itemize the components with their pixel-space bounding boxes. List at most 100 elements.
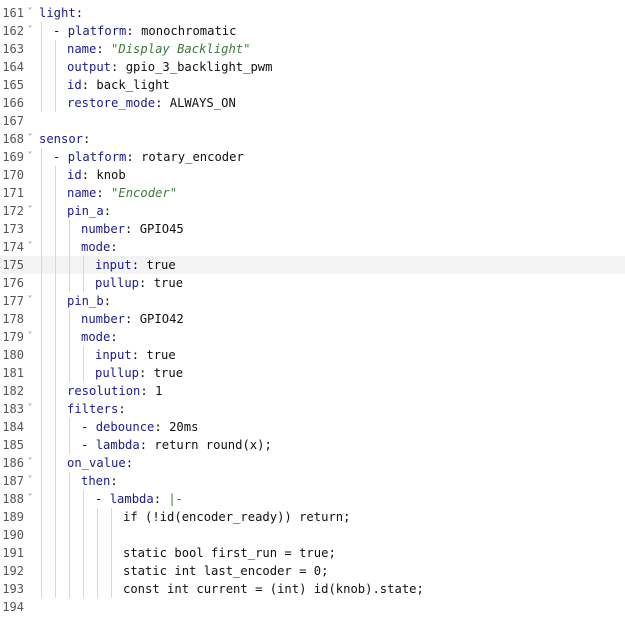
chevron-down-icon[interactable]: ˅ <box>24 292 36 310</box>
code-text: pin_a: <box>67 202 111 220</box>
code-line[interactable]: 181 pullup: true <box>0 364 625 382</box>
yaml-colon: : <box>153 492 169 506</box>
chevron-down-icon[interactable]: ˅ <box>24 4 36 22</box>
indent-guide <box>55 166 56 598</box>
line-number: 174 <box>2 240 24 254</box>
code-line[interactable]: 187 ˅ then: <box>0 472 625 490</box>
code-text: number: GPIO42 <box>81 310 184 328</box>
chevron-down-icon[interactable]: ˅ <box>24 454 36 472</box>
code-text: output: gpio_3_backlight_pwm <box>67 58 272 76</box>
yaml-colon: : <box>103 204 112 218</box>
indent-guide <box>69 418 70 454</box>
code-line[interactable]: 161 ˅ light: <box>0 4 625 22</box>
yaml-key: id <box>67 78 82 92</box>
indent-guide <box>83 346 84 382</box>
code-line[interactable]: 172 ˅ pin_a: <box>0 202 625 220</box>
code-text: id: knob <box>67 166 126 184</box>
code-text: input: true <box>95 346 176 364</box>
code-line[interactable]: 166 restore_mode: ALWAYS_ON <box>0 94 625 112</box>
code-line[interactable]: 164 output: gpio_3_backlight_pwm <box>0 58 625 76</box>
code-line[interactable]: 178 number: GPIO42 <box>0 310 625 328</box>
indent-guide <box>69 220 70 292</box>
yaml-colon: : <box>155 96 170 110</box>
code-text: name: "Encoder" <box>67 184 177 202</box>
yaml-value: monochromatic <box>141 24 237 38</box>
yaml-colon: : <box>81 168 97 182</box>
yaml-value: gpio_3_backlight_pwm <box>125 60 273 74</box>
chevron-down-icon[interactable]: ˅ <box>24 22 36 40</box>
chevron-down-icon[interactable]: ˅ <box>24 472 36 490</box>
code-line[interactable]: 191 static bool first_run = true; <box>0 544 625 562</box>
code-editor[interactable]: 161 ˅ light: 162 ˅ - platform: monochromatic 1… <box>0 0 625 618</box>
code-text: filters: <box>67 400 126 418</box>
chevron-down-icon[interactable]: ˅ <box>24 148 36 166</box>
yaml-colon: : <box>110 474 118 488</box>
yaml-colon: : <box>103 294 112 308</box>
line-number: 172 <box>2 204 24 218</box>
code-line[interactable]: 167 <box>0 112 625 130</box>
yaml-key: id <box>67 168 82 182</box>
code-line[interactable]: 173 number: GPIO45 <box>0 220 625 238</box>
yaml-value: const int current = (int) id(knob).state… <box>123 582 424 596</box>
chevron-down-icon[interactable]: ˅ <box>24 328 36 346</box>
line-number: 161 <box>2 6 24 20</box>
code-text: pullup: true <box>95 274 183 292</box>
chevron-down-icon[interactable]: ˅ <box>24 490 36 508</box>
yaml-colon: : <box>154 420 170 434</box>
code-line[interactable]: 179 ˅ mode: <box>0 328 625 346</box>
line-number: 187 <box>2 474 24 488</box>
code-line[interactable]: 188 ˅ - lambda: |- <box>0 490 625 508</box>
line-number: 178 <box>2 312 24 326</box>
code-line[interactable]: 193 const int current = (int) id(knob).st… <box>0 580 625 598</box>
yaml-key: platform <box>67 150 127 164</box>
code-line[interactable]: 180 input: true <box>0 346 625 364</box>
code-text: pin_b: <box>67 292 111 310</box>
yaml-key: lambda <box>109 492 154 506</box>
code-line[interactable]: 174 ˅ mode: <box>0 238 625 256</box>
chevron-down-icon[interactable]: ˅ <box>24 202 36 220</box>
code-line[interactable]: 162 ˅ - platform: monochromatic <box>0 22 625 40</box>
code-line[interactable]: 190 <box>0 526 625 544</box>
yaml-value: |- <box>168 492 184 506</box>
code-line[interactable]: 168 ˅ sensor: <box>0 130 625 148</box>
chevron-down-icon[interactable]: ˅ <box>24 130 36 148</box>
yaml-key: mode <box>81 240 111 254</box>
indent-guide <box>41 22 42 112</box>
yaml-key: sensor <box>39 132 84 146</box>
code-line[interactable]: 176 pullup: true <box>0 274 625 292</box>
code-line[interactable]: 186 ˅ on_value: <box>0 454 625 472</box>
list-dash: - <box>81 420 96 434</box>
code-line[interactable]: 184 - debounce: 20ms <box>0 418 625 436</box>
code-line[interactable]: 192 static int last_encoder = 0; <box>0 562 625 580</box>
yaml-value: static bool first_run = true; <box>123 546 336 560</box>
code-line[interactable]: 165 id: back_light <box>0 76 625 94</box>
yaml-colon: : <box>125 456 134 470</box>
code-line[interactable]: 171 name: "Encoder" <box>0 184 625 202</box>
code-text: - platform: rotary_encoder <box>53 148 244 166</box>
code-line[interactable]: 169 ˅ - platform: rotary_encoder <box>0 148 625 166</box>
chevron-down-icon[interactable]: ˅ <box>24 400 36 418</box>
yaml-key: on_value <box>67 456 126 470</box>
chevron-down-icon[interactable]: ˅ <box>24 238 36 256</box>
yaml-colon: : <box>126 24 142 38</box>
line-number: 165 <box>2 78 24 92</box>
yaml-colon: : <box>118 402 126 416</box>
yaml-key: number <box>81 222 126 236</box>
code-text: id: back_light <box>67 76 170 94</box>
code-line[interactable]: 163 name: "Display Backlight" <box>0 40 625 58</box>
code-text: input: true <box>95 256 176 274</box>
line-number: 173 <box>2 222 24 236</box>
indent-guide <box>69 310 70 382</box>
code-line[interactable]: 175 input: true <box>0 256 625 274</box>
code-line[interactable]: 194 <box>0 598 625 616</box>
code-text: - lambda: |- <box>95 490 183 508</box>
list-dash: - <box>95 492 110 506</box>
code-line[interactable]: 183 ˅ filters: <box>0 400 625 418</box>
code-line[interactable]: 189 if (!id(encoder_ready)) return; <box>0 508 625 526</box>
code-line[interactable]: 170 id: knob <box>0 166 625 184</box>
code-line[interactable]: 185 - lambda: return round(x); <box>0 436 625 454</box>
code-line[interactable]: 182 resolution: 1 <box>0 382 625 400</box>
code-text: sensor: <box>39 130 90 148</box>
line-number: 162 <box>2 24 24 38</box>
code-line[interactable]: 177 ˅ pin_b: <box>0 292 625 310</box>
